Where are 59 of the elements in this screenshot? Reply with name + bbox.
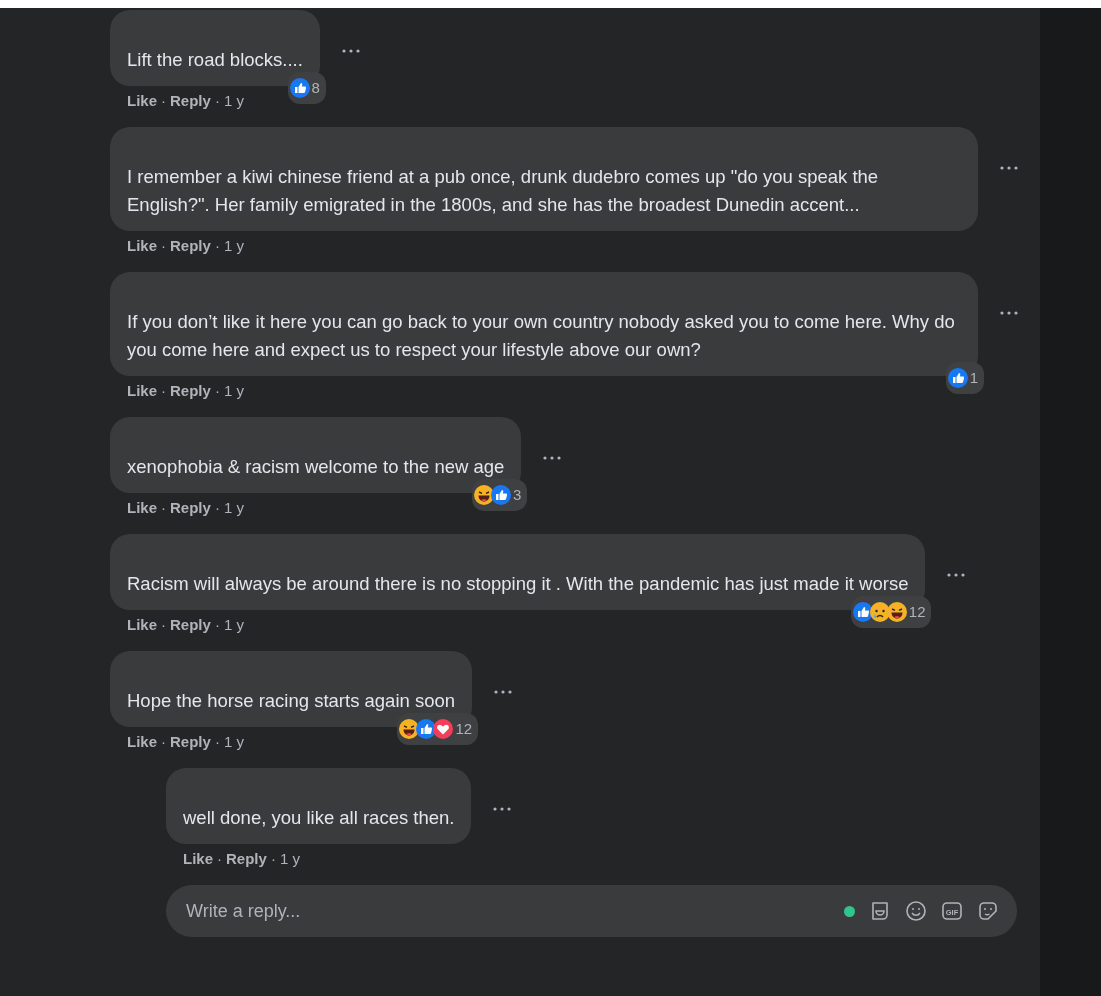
separator-dot: · <box>214 615 220 635</box>
comment-time: 1 y <box>223 381 244 401</box>
separator-dot: · <box>214 91 220 111</box>
comment-time: 1 y <box>223 615 244 635</box>
sticker-icon[interactable] <box>977 900 999 922</box>
like-link[interactable]: Like <box>127 498 157 518</box>
separator-dot: · <box>270 849 276 869</box>
laughing-face-icon <box>399 719 420 739</box>
comment-time: 1 y <box>223 498 244 518</box>
comment-text: Racism will always be around there is no stopping it . With the pandemic has just made it worse <box>127 573 909 594</box>
comment-text: Hope the horse racing starts again soon <box>127 690 456 711</box>
comment-time: 1 y <box>223 732 244 752</box>
reaction-number: 12 <box>455 719 473 739</box>
reaction-number: 8 <box>311 78 320 98</box>
thumbs-up-icon <box>289 78 310 98</box>
like-link[interactable]: Like <box>127 236 157 256</box>
reaction-number: 12 <box>908 602 926 622</box>
comment-text: If you don’t like it here you can go back to your own country nobody asked you to come here. Why do you come here and expect us to respect your lifestyle above our own? <box>127 311 955 360</box>
thumbs-up-icon <box>416 719 437 739</box>
reaction-number: 1 <box>969 368 978 388</box>
crying-face-icon <box>869 602 890 622</box>
like-link[interactable]: Like <box>183 849 213 869</box>
avatar-sticker-icon[interactable] <box>869 900 891 922</box>
comment-text: well done, you like all races then. <box>183 807 455 828</box>
separator-dot: · <box>161 381 166 401</box>
thumbs-up-icon <box>852 602 873 622</box>
thumbs-up-icon <box>947 368 968 388</box>
comment-text: I remember a kiwi chinese friend at a pub once, drunk dudebro comes up "do you speak the English?". Her family emigrated in the 1800s, and she has the broadest Dunedin accent... <box>127 166 879 215</box>
like-link[interactable]: Like <box>127 381 157 401</box>
comment-time: 1 y <box>223 91 244 111</box>
reply-link[interactable]: Reply <box>170 236 211 256</box>
separator-dot: · <box>161 91 166 111</box>
separator-dot: · <box>161 615 166 635</box>
separator-dot: · <box>161 732 166 752</box>
separator-dot: · <box>214 498 220 518</box>
separator-dot: · <box>214 236 220 256</box>
smiley-icon[interactable] <box>905 900 927 922</box>
separator-dot: · <box>161 498 166 518</box>
like-link[interactable]: Like <box>127 732 157 752</box>
reaction-number: 3 <box>513 485 522 505</box>
separator-dot: · <box>214 381 220 401</box>
reply-link[interactable]: Reply <box>226 849 267 869</box>
comment-text: Lift the road blocks.... <box>127 49 303 70</box>
comment-text: xenophobia & racism welcome to the new age <box>127 456 505 477</box>
laughing-face-icon <box>474 485 495 505</box>
reply-link[interactable]: Reply <box>170 732 211 752</box>
separator-dot: · <box>214 732 220 752</box>
like-link[interactable]: Like <box>127 91 157 111</box>
like-link[interactable]: Like <box>127 615 157 635</box>
reply-link[interactable]: Reply <box>170 381 211 401</box>
reply-link[interactable]: Reply <box>170 498 211 518</box>
separator-dot: · <box>161 236 166 256</box>
reply-link[interactable]: Reply <box>170 91 211 111</box>
thumbs-up-icon <box>491 485 512 505</box>
comment-time: 1 y <box>279 849 300 869</box>
reply-link[interactable]: Reply <box>170 615 211 635</box>
laughing-face-icon <box>886 602 907 622</box>
comment-time: 1 y <box>223 236 244 256</box>
separator-dot: · <box>217 849 222 869</box>
